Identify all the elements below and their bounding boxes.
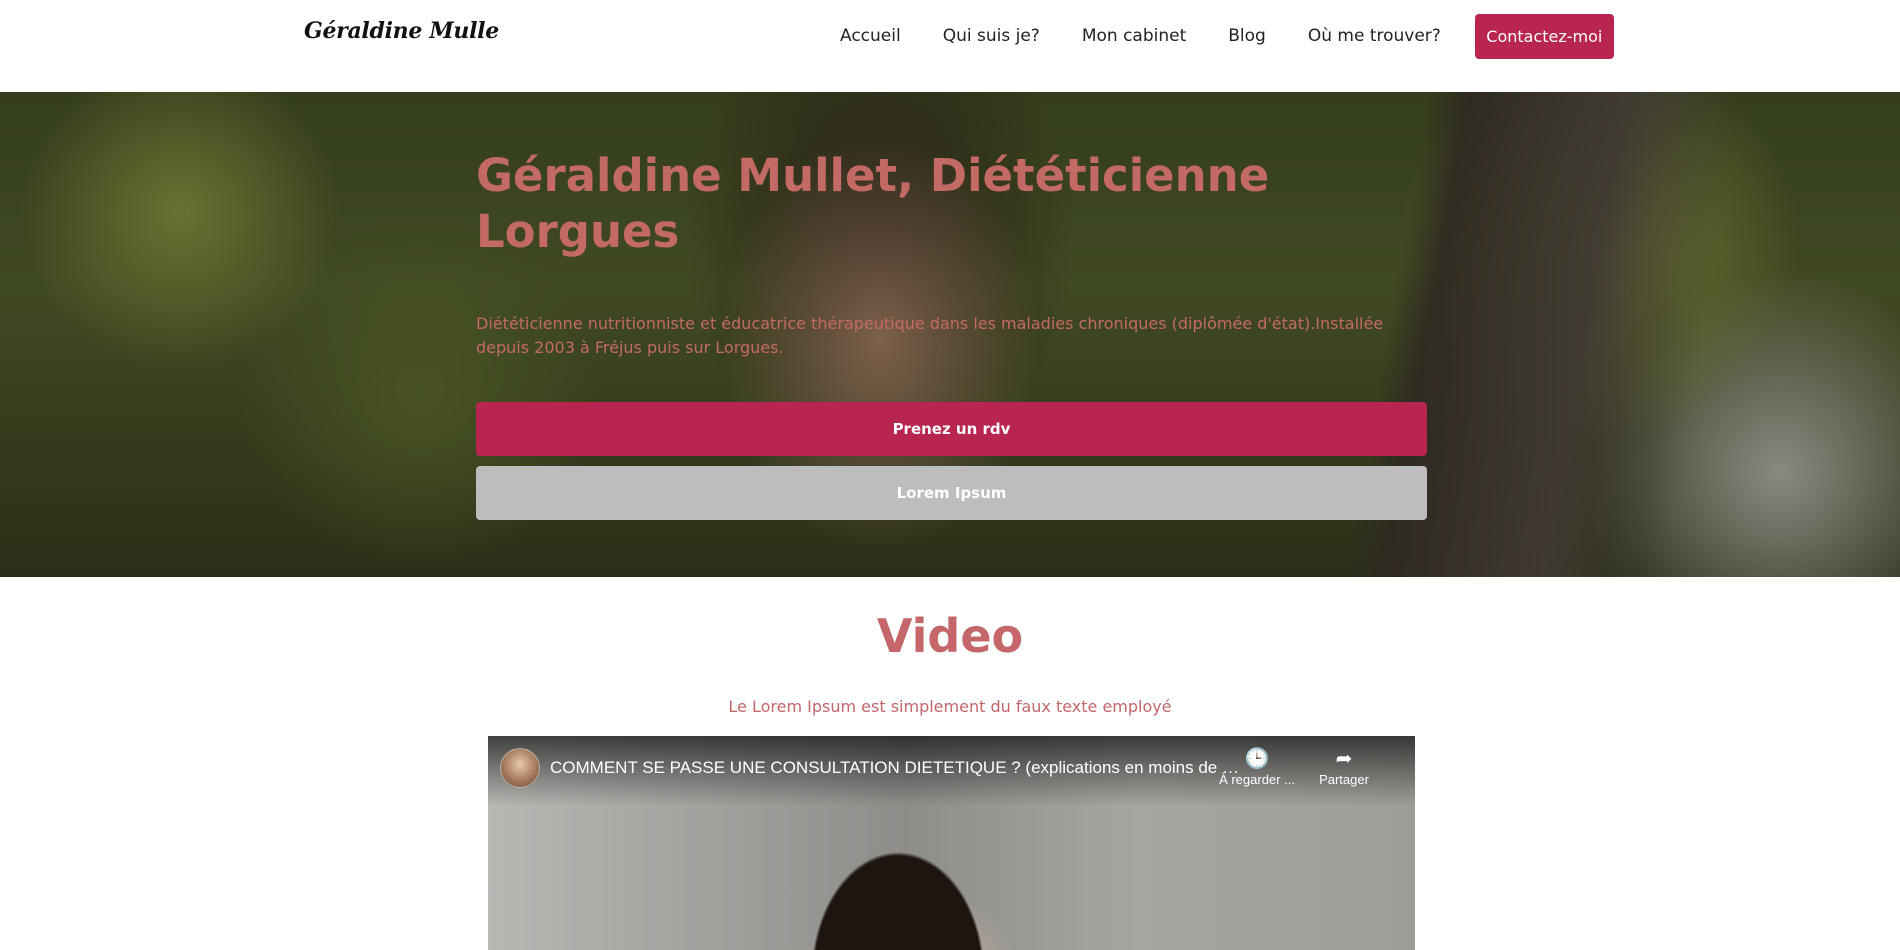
video-section-title: Video xyxy=(876,609,1024,668)
video-section-heading: Video xyxy=(0,608,1900,668)
clock-icon: 🕒 xyxy=(1244,748,1270,770)
watch-later-label: À regarder ... xyxy=(1219,772,1295,787)
watch-later-button[interactable]: 🕒 À regarder ... xyxy=(1212,746,1302,787)
nav-link-blog[interactable]: Blog xyxy=(1228,26,1266,46)
nav-link-ou-me-trouver[interactable]: Où me trouver? xyxy=(1308,26,1441,46)
site-logo[interactable]: Géraldine Mulle xyxy=(304,18,499,44)
share-button[interactable]: ➦ Partager xyxy=(1299,746,1389,787)
hero-banner: Géraldine Mullet, Diététicienne Lorgues … xyxy=(0,92,1900,577)
share-label: Partager xyxy=(1319,772,1369,787)
hero-title: Géraldine Mullet, Diététicienne Lorgues xyxy=(476,149,1270,258)
nav-link-accueil[interactable]: Accueil xyxy=(840,26,901,46)
secondary-button[interactable]: Lorem Ipsum xyxy=(476,466,1427,520)
video-player[interactable]: COMMENT SE PASSE UNE CONSULTATION DIETET… xyxy=(488,736,1415,950)
hero-description: Diététicienne nutritionniste et éducatri… xyxy=(476,314,1384,357)
share-arrow-icon: ➦ xyxy=(1335,748,1353,770)
contact-button[interactable]: Contactez-moi xyxy=(1474,13,1614,59)
nav-link-mon-cabinet[interactable]: Mon cabinet xyxy=(1082,26,1186,46)
channel-avatar[interactable] xyxy=(500,748,540,788)
nav-link-qui-suis-je[interactable]: Qui suis je? xyxy=(943,26,1040,46)
main-nav: Accueil Qui suis je? Mon cabinet Blog Où… xyxy=(840,13,1614,59)
video-title[interactable]: COMMENT SE PASSE UNE CONSULTATION DIETET… xyxy=(550,758,1240,778)
video-section-subtitle: Le Lorem Ipsum est simplement du faux te… xyxy=(728,697,1172,716)
appointment-button[interactable]: Prenez un rdv xyxy=(476,402,1427,456)
site-header: Géraldine Mulle Accueil Qui suis je? Mon… xyxy=(0,0,1900,92)
